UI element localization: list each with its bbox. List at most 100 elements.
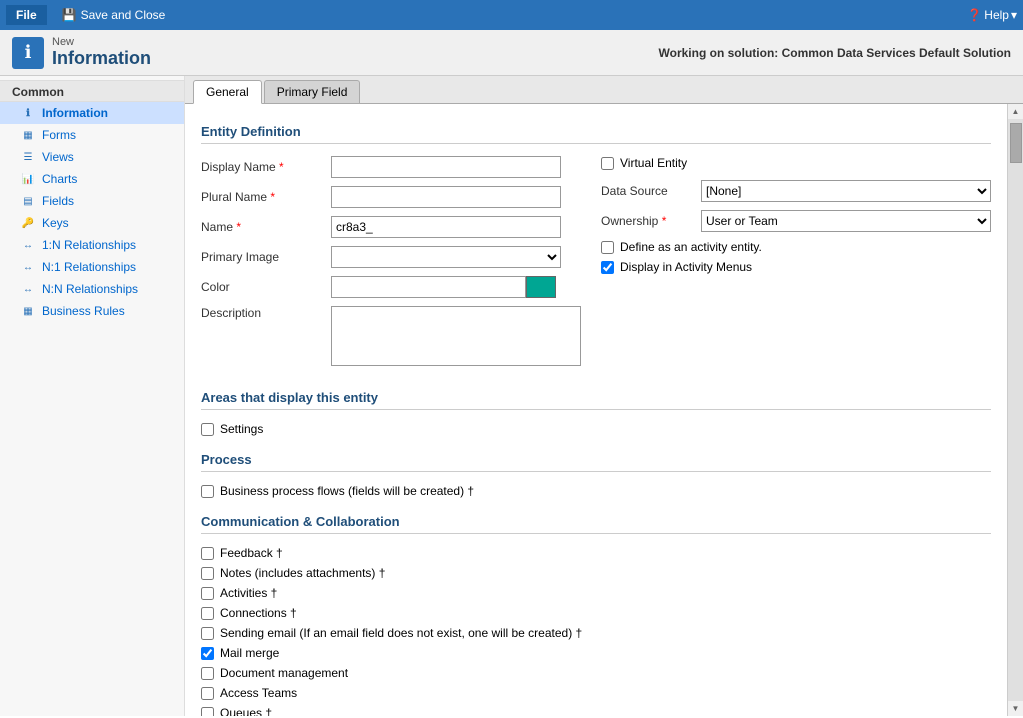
- scrollbar[interactable]: ▲ ▼: [1007, 104, 1023, 716]
- data-source-select[interactable]: [None]: [701, 180, 991, 202]
- name-required: *: [236, 220, 241, 234]
- data-source-row: Data Source [None]: [601, 180, 991, 202]
- settings-checkbox[interactable]: [201, 423, 214, 436]
- scroll-thumb[interactable]: [1010, 123, 1022, 163]
- new-label: New: [52, 36, 151, 48]
- queues-row: Queues †: [201, 706, 991, 716]
- ownership-label: Ownership *: [601, 214, 701, 228]
- sidebar-item-views[interactable]: ☰ Views: [0, 146, 184, 168]
- page-title: Information: [52, 48, 151, 69]
- nn-rel-icon: ↔: [20, 281, 36, 297]
- sidebar-item-keys[interactable]: 🔑 Keys: [0, 212, 184, 234]
- comm-section-header: Communication & Collaboration: [201, 514, 991, 534]
- document-mgmt-row: Document management: [201, 666, 991, 680]
- notes-checkbox[interactable]: [201, 567, 214, 580]
- sidebar-label-nn: N:N Relationships: [42, 282, 138, 296]
- sidebar-item-charts[interactable]: 📊 Charts: [0, 168, 184, 190]
- define-activity-label: Define as an activity entity.: [620, 240, 762, 254]
- virtual-entity-checkbox[interactable]: [601, 157, 614, 170]
- sidebar-item-business-rules[interactable]: ▦ Business Rules: [0, 300, 184, 322]
- mail-merge-label: Mail merge: [220, 646, 279, 660]
- process-section-header: Process: [201, 452, 991, 472]
- views-icon: ☰: [20, 149, 36, 165]
- activities-row: Activities †: [201, 586, 991, 600]
- title-text: Information: [52, 48, 151, 69]
- save-close-label: Save and Close: [81, 8, 166, 22]
- access-teams-checkbox[interactable]: [201, 687, 214, 700]
- entity-definition-header: Entity Definition: [201, 124, 991, 144]
- sending-email-checkbox[interactable]: [201, 627, 214, 640]
- primary-image-select[interactable]: [331, 246, 561, 268]
- connections-checkbox[interactable]: [201, 607, 214, 620]
- comm-collab-section: Communication & Collaboration Feedback †…: [201, 514, 991, 716]
- primary-image-label: Primary Image: [201, 250, 331, 264]
- feedback-label: Feedback †: [220, 546, 283, 560]
- scroll-up-button[interactable]: ▲: [1009, 104, 1023, 119]
- display-activity-checkbox[interactable]: [601, 261, 614, 274]
- sending-email-row: Sending email (If an email field does no…: [201, 626, 991, 640]
- name-input[interactable]: cr8a3_: [331, 216, 561, 238]
- description-label: Description: [201, 306, 331, 320]
- scroll-down-button[interactable]: ▼: [1009, 701, 1023, 716]
- header-text: New Information: [52, 36, 151, 69]
- left-column: Display Name * Plural Name *: [201, 156, 581, 374]
- sidebar-item-n1-relationships[interactable]: ↔ N:1 Relationships: [0, 256, 184, 278]
- main-layout: Common ℹ Information ▦ Forms ☰ Views 📊 C…: [0, 76, 1023, 716]
- solution-label: Working on solution: Common Data Service…: [659, 46, 1011, 60]
- sidebar-group-common: Common: [0, 80, 184, 102]
- save-close-button[interactable]: 💾 Save and Close: [55, 5, 173, 25]
- feedback-row: Feedback †: [201, 546, 991, 560]
- tab-general[interactable]: General: [193, 80, 262, 104]
- help-button[interactable]: ❓ Help ▾: [967, 8, 1017, 22]
- display-activity-label: Display in Activity Menus: [620, 260, 752, 274]
- sidebar: Common ℹ Information ▦ Forms ☰ Views 📊 C…: [0, 76, 185, 716]
- activities-label: Activities †: [220, 586, 277, 600]
- primary-image-row: Primary Image: [201, 246, 581, 268]
- sidebar-item-fields[interactable]: ▤ Fields: [0, 190, 184, 212]
- sidebar-label-views: Views: [42, 150, 74, 164]
- display-name-required: *: [279, 160, 284, 174]
- file-button[interactable]: File: [6, 5, 47, 25]
- connections-label: Connections †: [220, 606, 297, 620]
- right-column: Virtual Entity Data Source [None] Owners…: [601, 156, 991, 374]
- description-textarea[interactable]: [331, 306, 581, 366]
- info-icon: ℹ: [20, 105, 36, 121]
- sidebar-label-keys: Keys: [42, 216, 69, 230]
- plural-name-input[interactable]: [331, 186, 561, 208]
- business-process-checkbox[interactable]: [201, 485, 214, 498]
- sidebar-item-nn-relationships[interactable]: ↔ N:N Relationships: [0, 278, 184, 300]
- color-swatch[interactable]: [526, 276, 556, 298]
- description-row: Description: [201, 306, 581, 366]
- ownership-select[interactable]: User or Team: [701, 210, 991, 232]
- header: ℹ New Information Working on solution: C…: [0, 30, 1023, 76]
- entity-icon: ℹ: [25, 42, 32, 63]
- mail-merge-checkbox[interactable]: [201, 647, 214, 660]
- queues-label: Queues †: [220, 706, 272, 716]
- notes-label: Notes (includes attachments) †: [220, 566, 385, 580]
- virtual-entity-label: Virtual Entity: [620, 156, 687, 170]
- feedback-checkbox[interactable]: [201, 547, 214, 560]
- define-activity-checkbox[interactable]: [601, 241, 614, 254]
- color-row: Color: [201, 276, 581, 298]
- sidebar-item-information[interactable]: ℹ Information: [0, 102, 184, 124]
- color-input[interactable]: [331, 276, 526, 298]
- plural-name-required: *: [270, 190, 275, 204]
- areas-section-header: Areas that display this entity: [201, 390, 991, 410]
- fields-icon: ▤: [20, 193, 36, 209]
- display-activity-row: Display in Activity Menus: [601, 260, 991, 274]
- form-content: Entity Definition Display Name *: [185, 104, 1007, 716]
- header-left: ℹ New Information: [12, 36, 151, 69]
- display-name-input[interactable]: [331, 156, 561, 178]
- activities-checkbox[interactable]: [201, 587, 214, 600]
- color-label: Color: [201, 280, 331, 294]
- queues-checkbox[interactable]: [201, 707, 214, 717]
- document-mgmt-checkbox[interactable]: [201, 667, 214, 680]
- sidebar-item-forms[interactable]: ▦ Forms: [0, 124, 184, 146]
- access-teams-label: Access Teams: [220, 686, 297, 700]
- 1n-rel-icon: ↔: [20, 237, 36, 253]
- sidebar-item-1n-relationships[interactable]: ↔ 1:N Relationships: [0, 234, 184, 256]
- tab-primary-field[interactable]: Primary Field: [264, 80, 361, 103]
- toolbar: File 💾 Save and Close ❓ Help ▾: [0, 0, 1023, 30]
- forms-icon: ▦: [20, 127, 36, 143]
- plural-name-label: Plural Name *: [201, 190, 331, 204]
